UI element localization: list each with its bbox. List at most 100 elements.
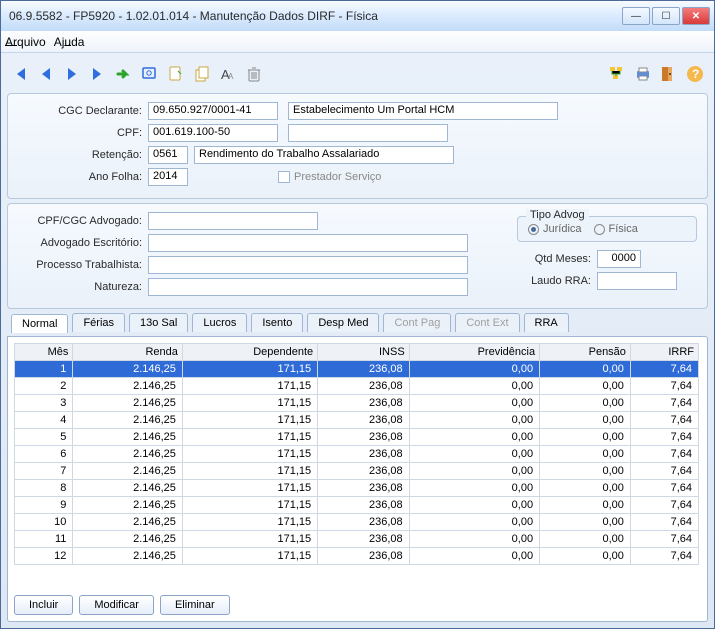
cell: 171,15	[182, 446, 317, 463]
data-grid-scroll[interactable]: MêsRendaDependenteINSSPrevidênciaPensãoI…	[14, 343, 701, 587]
table-row[interactable]: 62.146,25171,15236,080,000,007,64	[15, 446, 699, 463]
cell: 11	[15, 531, 73, 548]
tab-isento[interactable]: Isento	[251, 313, 303, 332]
close-button[interactable]: ✕	[682, 7, 710, 25]
table-row[interactable]: 42.146,25171,15236,080,000,007,64	[15, 412, 699, 429]
cell: 2.146,25	[73, 463, 183, 480]
incluir-button[interactable]: Incluir	[14, 595, 73, 615]
svg-text:A: A	[228, 72, 234, 81]
checkbox-icon	[278, 171, 290, 183]
go-icon[interactable]	[113, 63, 135, 85]
table-row[interactable]: 92.146,25171,15236,080,000,007,64	[15, 497, 699, 514]
label-cgc-declarante: CGC Declarante:	[18, 105, 148, 117]
cell: 0,00	[409, 548, 539, 565]
field-processo-trabalhista[interactable]	[148, 256, 468, 274]
app-window: 06.9.5582 - FP5920 - 1.02.01.014 - Manut…	[0, 0, 715, 629]
new-icon[interactable]	[165, 63, 187, 85]
help-icon[interactable]: ?	[684, 63, 706, 85]
tab-cont-pag: Cont Pag	[383, 313, 451, 332]
print-icon[interactable]	[632, 63, 654, 85]
cell: 7,64	[630, 548, 698, 565]
label-prestador: Prestador Serviço	[294, 171, 381, 183]
cell: 0,00	[409, 412, 539, 429]
label-processo-trabalhista: Processo Trabalhista:	[18, 259, 148, 271]
table-row[interactable]: 72.146,25171,15236,080,000,007,64	[15, 463, 699, 480]
eliminar-button[interactable]: Eliminar	[160, 595, 230, 615]
minimize-button[interactable]: —	[622, 7, 650, 25]
cell: 2.146,25	[73, 446, 183, 463]
col-header[interactable]: Mês	[15, 344, 73, 361]
label-ano-folha: Ano Folha:	[18, 171, 148, 183]
delete-icon[interactable]	[243, 63, 265, 85]
table-row[interactable]: 52.146,25171,15236,080,000,007,64	[15, 429, 699, 446]
tab-13o-sal[interactable]: 13o Sal	[129, 313, 188, 332]
cell: 6	[15, 446, 73, 463]
field-estabelecimento: Estabelecimento Um Portal HCM	[288, 102, 558, 120]
first-record-icon[interactable]	[9, 63, 31, 85]
col-header[interactable]: Renda	[73, 344, 183, 361]
cell: 0,00	[409, 446, 539, 463]
tree-icon[interactable]	[606, 63, 628, 85]
col-header[interactable]: Pensão	[540, 344, 631, 361]
tab-desp-med[interactable]: Desp Med	[307, 313, 379, 332]
cell: 10	[15, 514, 73, 531]
field-cpf-extra[interactable]	[288, 124, 448, 142]
tab-lucros[interactable]: Lucros	[192, 313, 247, 332]
cell: 7,64	[630, 446, 698, 463]
cell: 7,64	[630, 497, 698, 514]
exit-icon[interactable]	[658, 63, 680, 85]
table-row[interactable]: 82.146,25171,15236,080,000,007,64	[15, 480, 699, 497]
cell: 7,64	[630, 531, 698, 548]
cell: 236,08	[318, 531, 410, 548]
col-header[interactable]: Previdência	[409, 344, 539, 361]
next-record-icon[interactable]	[61, 63, 83, 85]
table-row[interactable]: 22.146,25171,15236,080,000,007,64	[15, 378, 699, 395]
col-header[interactable]: IRRF	[630, 344, 698, 361]
field-advogado-escritorio[interactable]	[148, 234, 468, 252]
table-row[interactable]: 32.146,25171,15236,080,000,007,64	[15, 395, 699, 412]
menu-ajuda[interactable]: Ajuda	[54, 35, 85, 49]
field-qtd-meses: 0000	[597, 250, 641, 268]
window-buttons: — ☐ ✕	[620, 7, 710, 25]
text-mode-icon[interactable]: AA	[217, 63, 239, 85]
field-laudo-rra[interactable]	[597, 272, 677, 290]
copy-icon[interactable]	[191, 63, 213, 85]
cell: 171,15	[182, 497, 317, 514]
col-header[interactable]: Dependente	[182, 344, 317, 361]
cell: 0,00	[540, 446, 631, 463]
field-cpf-advogado[interactable]	[148, 212, 318, 230]
cell: 2.146,25	[73, 395, 183, 412]
cell: 2	[15, 378, 73, 395]
label-cpf: CPF:	[18, 127, 148, 139]
table-row[interactable]: 12.146,25171,15236,080,000,007,64	[15, 361, 699, 378]
table-row[interactable]: 122.146,25171,15236,080,000,007,64	[15, 548, 699, 565]
col-header[interactable]: INSS	[318, 344, 410, 361]
maximize-button[interactable]: ☐	[652, 7, 680, 25]
cell: 4	[15, 412, 73, 429]
last-record-icon[interactable]	[87, 63, 109, 85]
cell: 236,08	[318, 497, 410, 514]
cell: 0,00	[409, 361, 539, 378]
cell: 0,00	[409, 497, 539, 514]
tab-rra[interactable]: RRA	[524, 313, 569, 332]
tab-férias[interactable]: Férias	[72, 313, 125, 332]
menu-arquivo[interactable]: Arquivo	[5, 35, 46, 49]
cell: 171,15	[182, 378, 317, 395]
modificar-button[interactable]: Modificar	[79, 595, 154, 615]
header-panel: CGC Declarante: 09.650.927/0001-41 Estab…	[7, 93, 708, 199]
field-natureza[interactable]	[148, 278, 468, 296]
search-icon[interactable]	[139, 63, 161, 85]
cell: 0,00	[540, 497, 631, 514]
table-row[interactable]: 102.146,25171,15236,080,000,007,64	[15, 514, 699, 531]
radio-juridica[interactable]: Jurídica	[528, 223, 582, 235]
table-row[interactable]: 112.146,25171,15236,080,000,007,64	[15, 531, 699, 548]
prev-record-icon[interactable]	[35, 63, 57, 85]
tab-normal[interactable]: Normal	[11, 314, 68, 333]
body-area: AA ? CGC Declarante: 09.650.927/0001-41 …	[1, 53, 714, 628]
radio-fisica[interactable]: Física	[594, 223, 638, 235]
radio-icon	[528, 224, 539, 235]
checkbox-prestador-servico[interactable]: Prestador Serviço	[278, 171, 381, 183]
label-cpf-advogado: CPF/CGC Advogado:	[18, 215, 148, 227]
field-cpf: 001.619.100-50	[148, 124, 278, 142]
cell: 171,15	[182, 514, 317, 531]
